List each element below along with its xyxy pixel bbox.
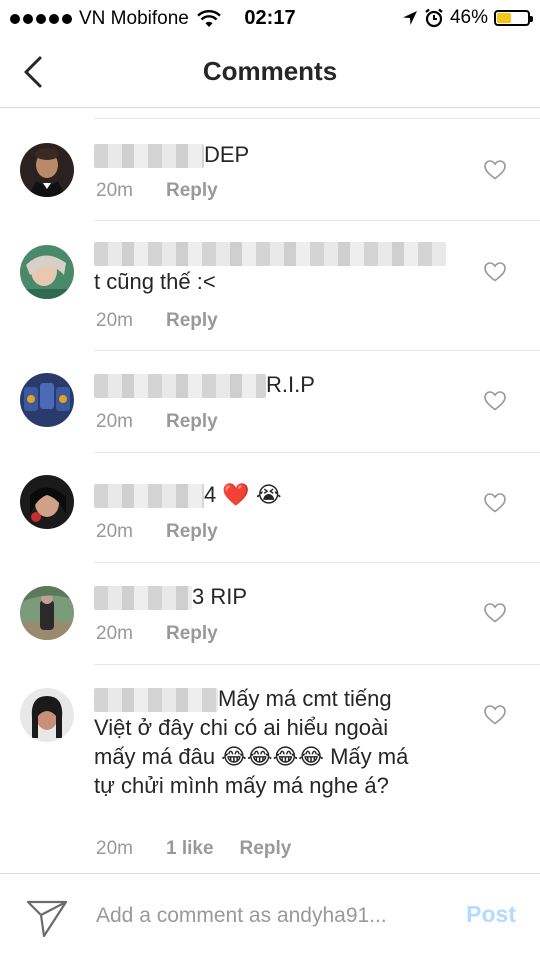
redacted-username[interactable]: [94, 242, 446, 267]
redacted-username[interactable]: [94, 484, 204, 509]
like-heart-icon[interactable]: [484, 603, 506, 623]
avatar[interactable]: [20, 373, 74, 427]
likes-count[interactable]: 1 like: [166, 838, 214, 860]
like-heart-icon[interactable]: [484, 160, 506, 180]
comment-content: t cũng thế :<: [94, 269, 216, 294]
comment-meta: 20m Reply: [96, 623, 218, 645]
alarm-icon: [425, 8, 443, 28]
status-bar: VN Mobifone 02:17 46%: [0, 0, 540, 36]
comment-text: R.I.P: [94, 370, 434, 399]
avatar[interactable]: [20, 475, 74, 529]
divider: [94, 350, 540, 351]
avatar[interactable]: [20, 143, 74, 197]
location-arrow-icon: [402, 11, 417, 25]
comment-text: t cũng thế :<: [94, 238, 446, 296]
send-direct-icon[interactable]: [26, 898, 68, 938]
comment-meta: 20m Reply: [96, 310, 218, 332]
comment-meta: 20m Reply: [96, 521, 218, 543]
reply-button[interactable]: Reply: [166, 623, 218, 645]
reply-button[interactable]: Reply: [166, 310, 218, 332]
comment-text: 4 ❤️ 😭: [94, 480, 434, 509]
like-heart-icon[interactable]: [484, 493, 506, 513]
like-heart-icon[interactable]: [484, 705, 506, 725]
reply-button[interactable]: Reply: [240, 838, 292, 860]
comment-text: Mấy má cmt tiếng Việt ở đây chi có ai hi…: [94, 684, 434, 800]
avatar[interactable]: [20, 688, 74, 742]
status-right: 46%: [402, 7, 533, 29]
redacted-username[interactable]: [94, 586, 192, 611]
battery-icon: [494, 10, 533, 26]
reply-button[interactable]: Reply: [166, 521, 218, 543]
comment-time: 20m: [96, 521, 133, 542]
comment-composer: Add a comment as andyha91... Post: [0, 873, 540, 960]
redacted-username[interactable]: [94, 144, 204, 169]
post-button[interactable]: Post: [466, 901, 516, 928]
comment-meta: 20m 1 like Reply: [96, 838, 291, 860]
comment-content: 3 RIP: [192, 584, 248, 609]
battery-percent: 46%: [449, 7, 488, 28]
avatar[interactable]: [20, 586, 74, 640]
reply-button[interactable]: Reply: [166, 180, 218, 202]
comment-meta: 20m Reply: [96, 180, 218, 202]
nav-bar: Comments: [0, 36, 540, 108]
avatar[interactable]: [20, 245, 74, 299]
comment-content: R.I.P: [266, 372, 315, 397]
comment-content: 4 ❤️ 😭: [204, 482, 282, 507]
comment-text: 3 RIP: [94, 582, 434, 611]
comment-time: 20m: [96, 180, 133, 201]
divider: [94, 664, 540, 665]
comment-time: 20m: [96, 411, 133, 432]
divider: [94, 220, 540, 221]
redacted-username[interactable]: [94, 688, 218, 713]
reply-button[interactable]: Reply: [166, 411, 218, 433]
comment-time: 20m: [96, 623, 133, 644]
page-title: Comments: [202, 56, 338, 86]
comment-meta: 20m Reply: [96, 411, 218, 433]
like-heart-icon[interactable]: [484, 262, 506, 282]
divider: [94, 562, 540, 563]
comment-input[interactable]: Add a comment as andyha91...: [96, 904, 387, 928]
comment-content: DEP: [204, 142, 250, 167]
comment-time: 20m: [96, 838, 133, 859]
divider: [94, 452, 540, 453]
like-heart-icon[interactable]: [484, 391, 506, 411]
comment-text: DEP: [94, 140, 434, 169]
divider: [94, 118, 540, 119]
redacted-username[interactable]: [94, 374, 266, 399]
comment-time: 20m: [96, 310, 133, 331]
